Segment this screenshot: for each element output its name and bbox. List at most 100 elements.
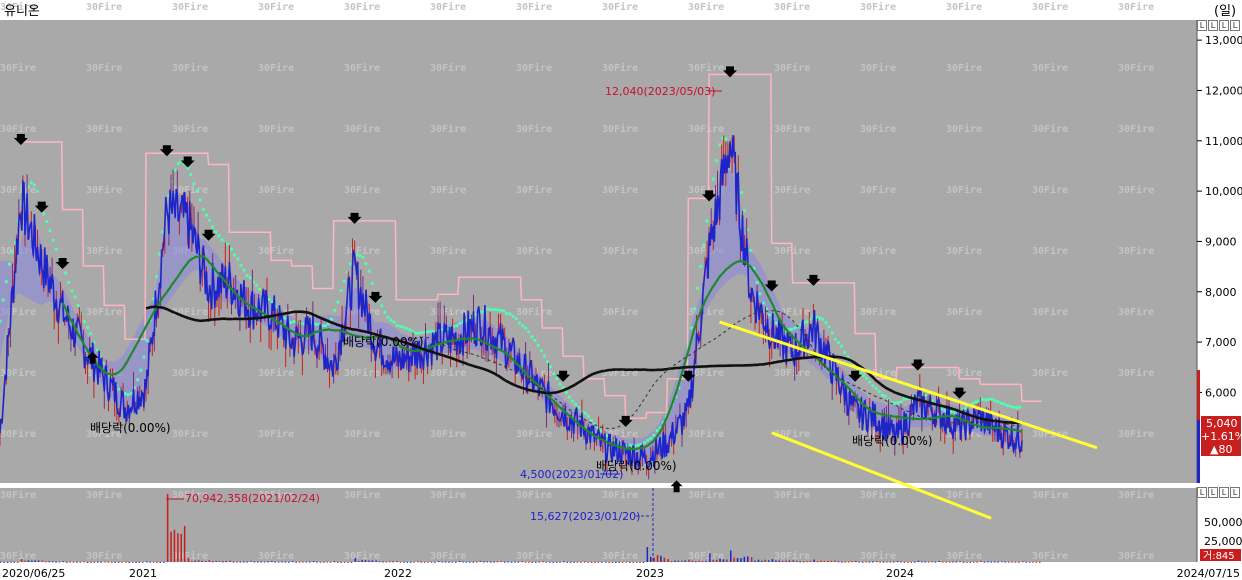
volume-bar bbox=[983, 561, 986, 563]
volume-bar bbox=[37, 560, 40, 562]
parabolic-dot bbox=[793, 326, 797, 330]
watermark-text: 30Fire bbox=[516, 1, 552, 13]
volume-bar bbox=[389, 561, 391, 563]
parabolic-dot bbox=[486, 307, 490, 311]
watermark-text: 30Fire bbox=[430, 123, 466, 135]
volume-bar bbox=[448, 561, 450, 563]
watermark-text: 30Fire bbox=[602, 306, 638, 318]
volume-bar bbox=[1014, 561, 1017, 563]
stock-name[interactable]: 유니온 bbox=[4, 4, 40, 19]
panel-button[interactable]: L bbox=[1219, 20, 1229, 31]
volume-bar bbox=[587, 561, 589, 563]
parabolic-dot bbox=[1005, 404, 1010, 408]
panel-button[interactable]: L bbox=[1197, 487, 1207, 498]
volume-bar bbox=[601, 561, 603, 563]
parabolic-dot bbox=[495, 308, 499, 312]
parabolic-dot bbox=[283, 316, 287, 320]
volume-bar bbox=[969, 561, 972, 563]
watermark-text: 30Fire bbox=[946, 123, 982, 135]
watermark-text: 30Fire bbox=[0, 428, 36, 440]
parabolic-dot bbox=[208, 218, 212, 222]
current-price-bar-up bbox=[1197, 370, 1200, 420]
volume-bar bbox=[66, 561, 68, 563]
volume-bar bbox=[715, 559, 718, 562]
panel-button[interactable]: L bbox=[1230, 487, 1240, 498]
parabolic-dot bbox=[370, 281, 374, 285]
parabolic-dot bbox=[577, 405, 581, 410]
parabolic-dot bbox=[696, 286, 700, 290]
parabolic-dot bbox=[189, 172, 193, 177]
volume-bar bbox=[204, 561, 207, 562]
panel-button[interactable]: L bbox=[1219, 487, 1229, 498]
parabolic-dot bbox=[492, 307, 496, 312]
parabolic-dot bbox=[655, 429, 659, 433]
volume-tick: 50,000, bbox=[1204, 516, 1242, 529]
parabolic-dot bbox=[980, 397, 985, 402]
watermark-text: 30Fire bbox=[860, 367, 896, 379]
volume-bar bbox=[271, 561, 273, 562]
parabolic-dot bbox=[883, 394, 888, 398]
watermark-text: 30Fire bbox=[946, 367, 982, 379]
volume-bar bbox=[173, 529, 176, 562]
volume-bar bbox=[674, 560, 676, 562]
parabolic-dot bbox=[336, 300, 340, 304]
volume-bar bbox=[747, 556, 749, 562]
parabolic-dot bbox=[392, 320, 396, 324]
period-label[interactable]: (일) bbox=[1214, 4, 1236, 19]
volume-bar bbox=[114, 561, 116, 563]
parabolic-dot bbox=[502, 309, 506, 313]
parabolic-dot bbox=[70, 289, 74, 293]
parabolic-dot bbox=[455, 324, 459, 328]
volume-bar bbox=[197, 560, 200, 562]
watermark-text: 30Fire bbox=[258, 428, 294, 440]
volume-bar bbox=[427, 561, 429, 563]
parabolic-dot bbox=[42, 212, 46, 216]
panel-button[interactable]: L bbox=[1208, 487, 1218, 498]
parabolic-dot bbox=[774, 321, 778, 325]
volume-bar bbox=[337, 561, 339, 563]
watermark-text: 30Fire bbox=[344, 428, 380, 440]
volume-bar bbox=[705, 561, 707, 563]
price-tick-label: 13,000 bbox=[1205, 34, 1242, 47]
parabolic-dot bbox=[348, 262, 352, 266]
volume-bar bbox=[882, 561, 885, 563]
parabolic-dot bbox=[689, 326, 694, 330]
watermark-text: 30Fire bbox=[860, 550, 896, 562]
volume-bar bbox=[41, 560, 44, 562]
panel-button[interactable]: L bbox=[1230, 20, 1240, 31]
volume-bar bbox=[225, 561, 228, 563]
watermark-text: 30Fire bbox=[1118, 306, 1154, 318]
volume-bar bbox=[757, 559, 760, 562]
volume-bar bbox=[778, 560, 780, 562]
parabolic-dot bbox=[136, 378, 140, 382]
watermark-text: 30Fire bbox=[430, 245, 466, 257]
parabolic-dot bbox=[818, 316, 822, 320]
watermark-text: 30Fire bbox=[1032, 550, 1068, 562]
parabolic-dot bbox=[420, 331, 424, 335]
volume-bar bbox=[775, 560, 777, 562]
watermark-text: 30Fire bbox=[516, 245, 552, 257]
watermark-text: 30Fire bbox=[86, 245, 122, 257]
watermark-text: 30Fire bbox=[946, 306, 982, 318]
parabolic-dot bbox=[35, 189, 40, 193]
panel-button[interactable]: L bbox=[1197, 20, 1207, 31]
volume-bar bbox=[830, 560, 832, 562]
parabolic-dot bbox=[583, 411, 587, 415]
volume-bar bbox=[688, 559, 690, 562]
volume-bar bbox=[281, 561, 283, 563]
parabolic-dot bbox=[254, 283, 259, 287]
watermark-text: 30Fire bbox=[1032, 1, 1068, 13]
volume-bar bbox=[58, 561, 61, 563]
volume-bar bbox=[100, 561, 102, 563]
volume-bar bbox=[611, 561, 614, 563]
parabolic-dot bbox=[527, 330, 531, 334]
volume-bar bbox=[750, 557, 753, 562]
volume-bar bbox=[1039, 561, 1041, 563]
price-tick-label: 11,000 bbox=[1205, 135, 1242, 148]
volume-bar bbox=[267, 561, 269, 563]
volume-bar bbox=[893, 561, 895, 563]
volume-bar bbox=[1004, 561, 1006, 563]
volume-bar bbox=[131, 561, 134, 563]
panel-button[interactable]: L bbox=[1208, 20, 1218, 31]
volume-bar bbox=[695, 561, 697, 563]
